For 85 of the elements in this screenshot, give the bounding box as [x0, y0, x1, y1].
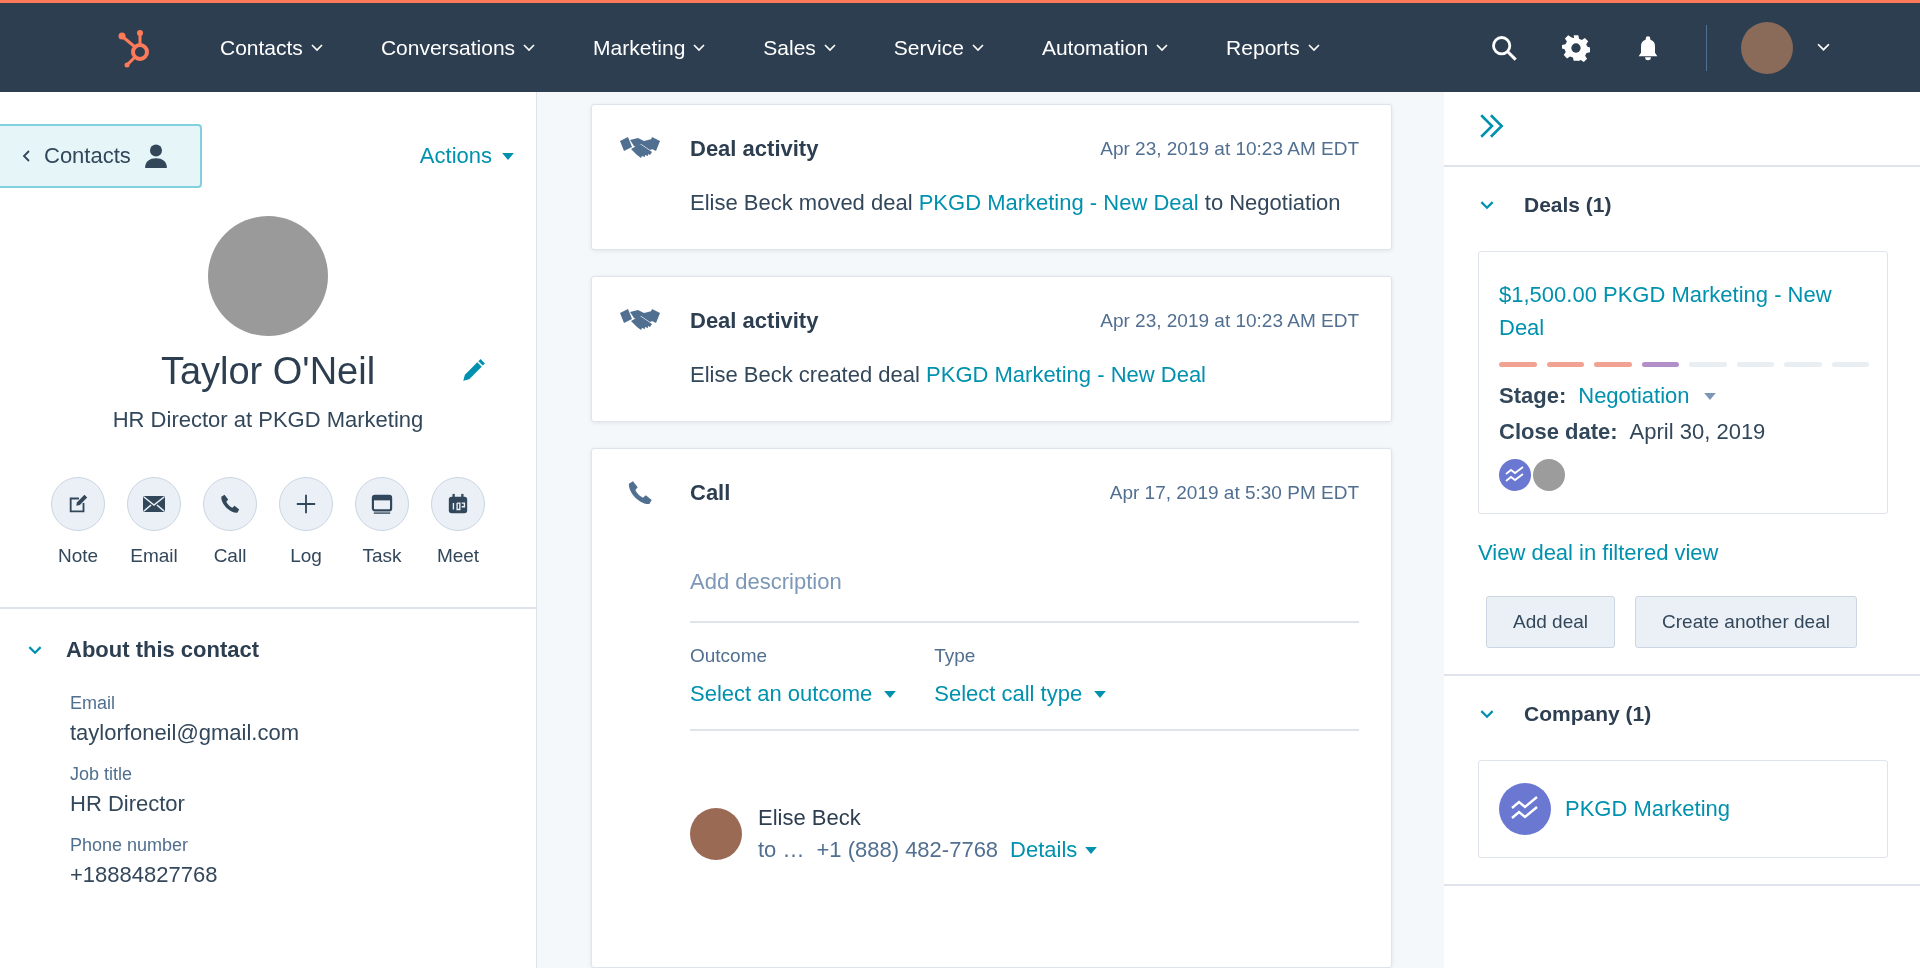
chevron-left-icon[interactable] [22, 150, 30, 162]
chevron-icon[interactable] [28, 645, 42, 655]
action-label: Note [57, 545, 99, 567]
activity-title: Deal activity [690, 308, 819, 334]
double-chevron-icon[interactable] [1478, 112, 1506, 140]
task-icon[interactable] [371, 494, 393, 514]
chevron-icon[interactable] [1480, 200, 1494, 210]
stage-label: Stage: [1499, 383, 1567, 409]
field-label: Outcome [690, 645, 769, 667]
section-title[interactable]: Deals (1) [1524, 193, 1612, 217]
phone-number: +1 (888) 482-7768 [816, 837, 999, 863]
action-label: Call [213, 545, 247, 567]
contact-subtitle: HR Director at PKGD Marketing [112, 407, 424, 433]
nav-menu-item[interactable]: Marketing [593, 35, 706, 60]
deal-link[interactable]: PKGD Marketing - New Deal [926, 362, 1206, 387]
action-label: Meet [436, 545, 480, 567]
calendar-icon[interactable] [447, 493, 469, 515]
property-label: Job title [70, 764, 134, 785]
phone-icon[interactable] [219, 493, 241, 515]
actions-dropdown[interactable]: Actions [419, 143, 514, 169]
deal-link[interactable]: $1,500.00 PKGD Marketing - New Deal [1499, 278, 1869, 344]
avatar-circle [1533, 459, 1565, 491]
nav-menu-item[interactable]: Reports [1226, 35, 1320, 60]
field-label: Type [934, 645, 977, 667]
activity-description: Elise Beck created deal PKGD Marketing - New Deal [690, 361, 1207, 389]
nav-menu-item[interactable]: Automation [1041, 35, 1169, 60]
plus-icon[interactable] [295, 493, 317, 515]
activity-description: Elise Beck moved deal PKGD Marketing - New Deal to Negotiation [690, 189, 1342, 217]
outcome-dropdown[interactable]: Select an outcome [690, 681, 897, 707]
deal-button[interactable]: Add deal [1486, 596, 1615, 648]
back-to-contacts-button[interactable]: Contacts [0, 124, 202, 188]
property-label: Phone number [70, 835, 190, 856]
caller-name: Elise Beck [758, 805, 862, 831]
details-dropdown[interactable]: Details [1010, 837, 1098, 863]
search-icon[interactable] [1490, 33, 1518, 62]
chevron-down-icon[interactable] [971, 43, 984, 52]
property-label: Email [70, 693, 116, 714]
action-label: Task [362, 545, 402, 567]
chevron-down-icon[interactable] [693, 43, 706, 52]
view-deal-link[interactable]: View deal in filtered view [1478, 540, 1719, 566]
close-date-value: April 30, 2019 [1629, 419, 1766, 445]
email-action-button[interactable] [127, 477, 181, 531]
activity-title: Call [690, 480, 731, 506]
nav-menu-item[interactable]: Contacts [220, 35, 323, 60]
chevron-down-icon[interactable] [310, 43, 323, 52]
person-icon[interactable] [144, 144, 167, 168]
call-action-button[interactable] [203, 477, 257, 531]
close-date-label: Close date: [1499, 419, 1618, 445]
action-label: Log [290, 545, 322, 567]
chevron-down-icon[interactable] [1156, 43, 1169, 52]
chevron-down-icon[interactable] [1307, 43, 1320, 52]
property-value[interactable]: taylorfoneil@gmail.com [70, 720, 536, 746]
chevron-down-icon[interactable] [523, 43, 536, 52]
chevron-icon[interactable] [1480, 709, 1494, 719]
activity-date: Apr 23, 2019 at 10:23 AM EDT [1100, 310, 1359, 332]
deal-button[interactable]: Create another deal [1635, 596, 1857, 648]
action-label: Email [130, 545, 178, 567]
meet-action-button[interactable] [431, 477, 485, 531]
contact-name: Taylor O'Neil [160, 350, 376, 393]
chevron-down-icon[interactable] [823, 43, 836, 52]
activity-date: Apr 17, 2019 at 5:30 PM EDT [1109, 482, 1359, 504]
section-title[interactable]: About this contact [66, 637, 260, 663]
caret-icon[interactable] [1817, 43, 1830, 52]
company-link[interactable]: PKGD Marketing [1565, 796, 1731, 822]
note-icon[interactable] [67, 493, 89, 515]
note-action-button[interactable] [51, 477, 105, 531]
property-value[interactable]: HR Director [70, 791, 536, 817]
envelope-icon[interactable] [142, 495, 166, 513]
avatar-circle [690, 808, 742, 860]
activity-date: Apr 23, 2019 at 10:23 AM EDT [1100, 138, 1359, 160]
nav-menu-item[interactable]: Service [893, 35, 984, 60]
nav-menu-item[interactable]: Sales [763, 35, 836, 60]
activity-title: Deal activity [690, 136, 819, 162]
pencil-icon[interactable] [460, 358, 486, 384]
nav-menu-item[interactable]: Conversations [380, 35, 536, 60]
deal-link[interactable]: PKGD Marketing - New Deal [918, 190, 1199, 215]
task-action-button[interactable] [355, 477, 409, 531]
recipient-text: to … [758, 837, 805, 863]
settings-icon[interactable] [1562, 33, 1590, 62]
property-value[interactable]: +18884827768 [70, 862, 536, 888]
section-title[interactable]: Company (1) [1524, 702, 1652, 726]
description-field[interactable]: Add description [690, 507, 1359, 623]
stage-dropdown[interactable]: Negotiation [1578, 383, 1716, 409]
call-type-dropdown[interactable]: Select call type [934, 681, 1107, 707]
log-action-button[interactable] [279, 477, 333, 531]
